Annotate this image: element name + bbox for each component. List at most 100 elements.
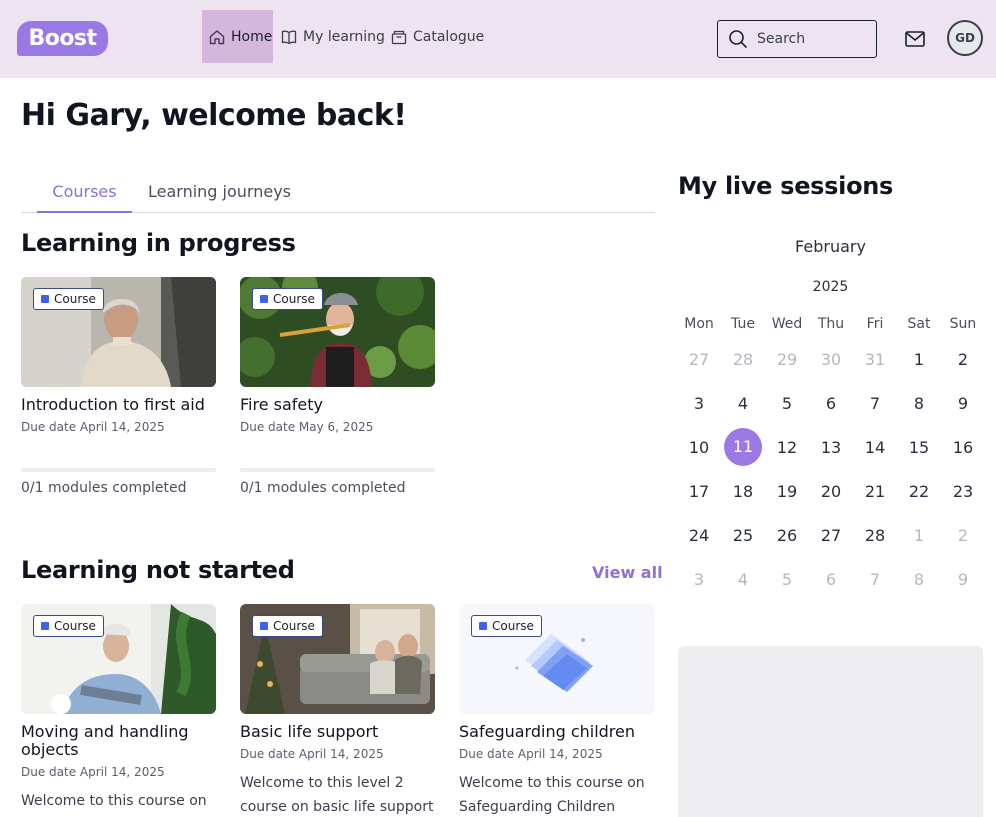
modules-completed: 0/1 modules completed	[21, 480, 187, 496]
calendar-day[interactable]: 9	[941, 394, 985, 413]
course-title: Moving and handling objects	[21, 722, 189, 759]
course-badge: Course	[33, 288, 104, 310]
calendar-day[interactable]: 30	[809, 350, 853, 369]
calendar-day[interactable]: 2	[941, 526, 985, 545]
content-tabs: Courses Learning journeys	[21, 170, 655, 213]
calendar-day[interactable]: 9	[941, 570, 985, 589]
view-all-link[interactable]: View all	[592, 563, 663, 582]
course-description: Welcome to this course on	[21, 793, 207, 809]
course-description: Welcome to this level 2 course on basic …	[240, 775, 434, 815]
course-card[interactable]: Course Basic life support Due date April…	[240, 604, 435, 817]
course-due-date: Due date April 14, 2025	[21, 765, 165, 779]
calendar-grid: Mon Tue Wed Thu Fri Sat Sun 27 28 29 30 …	[677, 311, 985, 601]
page-title: Hi Gary, welcome back!	[21, 98, 407, 133]
calendar-week: 3 4 5 6 7 8 9	[677, 557, 985, 601]
calendar-day[interactable]: 28	[721, 350, 765, 369]
in-progress-heading: Learning in progress	[21, 229, 296, 257]
tab-learning-journeys[interactable]: Learning journeys	[148, 182, 291, 201]
calendar-day[interactable]: 31	[853, 350, 897, 369]
calendar-day[interactable]: 26	[765, 526, 809, 545]
course-image: Course	[21, 604, 216, 714]
mail-icon[interactable]	[903, 27, 927, 51]
calendar-day[interactable]: 5	[765, 394, 809, 413]
calendar-day[interactable]: 29	[765, 350, 809, 369]
nav-catalogue-label: Catalogue	[413, 28, 485, 45]
calendar-week: 24 25 26 27 28 1 2	[677, 513, 985, 557]
calendar-day[interactable]: 13	[809, 438, 853, 457]
calendar-day-selected[interactable]: 11	[721, 428, 765, 466]
calendar-weekdays: Mon Tue Wed Thu Fri Sat Sun	[677, 311, 985, 337]
calendar-day[interactable]: 3	[677, 394, 721, 413]
nav-my-learning-label: My learning	[303, 28, 385, 45]
weekday-label: Sun	[949, 316, 977, 332]
not-started-heading: Learning not started	[21, 556, 295, 584]
course-due-date: Due date April 14, 2025	[459, 747, 603, 761]
course-due-date: Due date April 14, 2025	[240, 747, 384, 761]
weekday-label: Thu	[817, 316, 845, 332]
course-progress-bar	[240, 468, 435, 472]
course-card[interactable]: Course Moving and handling objects Due d…	[21, 604, 216, 813]
nav-home-label: Home	[231, 28, 273, 45]
calendar-day[interactable]: 4	[721, 570, 765, 589]
calendar-week: 17 18 19 20 21 22 23	[677, 469, 985, 513]
course-card[interactable]: Course Introduction to first aid Due dat…	[21, 277, 216, 496]
calendar-day[interactable]: 8	[897, 570, 941, 589]
calendar-month: February	[795, 237, 866, 256]
calendar-day[interactable]: 7	[853, 394, 897, 413]
calendar-day[interactable]: 17	[677, 482, 721, 501]
calendar-day[interactable]: 7	[853, 570, 897, 589]
live-sessions-heading: My live sessions	[678, 172, 894, 200]
calendar-day[interactable]: 24	[677, 526, 721, 545]
calendar-day[interactable]: 27	[677, 350, 721, 369]
course-image: Course	[459, 604, 654, 714]
course-title: Introduction to first aid	[21, 395, 205, 414]
nav-catalogue[interactable]: Catalogue	[384, 10, 490, 63]
calendar-day[interactable]: 2	[941, 350, 985, 369]
boost-logo[interactable]: Boost	[17, 21, 108, 56]
weekday-label: Fri	[866, 316, 884, 332]
calendar-day[interactable]: 1	[897, 526, 941, 545]
calendar-day[interactable]: 27	[809, 526, 853, 545]
calendar-day[interactable]: 20	[809, 482, 853, 501]
course-card[interactable]: Course Fire safety Due date May 6, 2025 …	[240, 277, 435, 496]
modules-completed: 0/1 modules completed	[240, 480, 406, 496]
weekday-label: Sat	[907, 316, 931, 332]
calendar-day[interactable]: 19	[765, 482, 809, 501]
course-card[interactable]: Course Safeguarding children Due date Ap…	[459, 604, 654, 817]
nav-my-learning[interactable]: My learning	[274, 10, 391, 63]
calendar-day[interactable]: 6	[809, 570, 853, 589]
calendar-day[interactable]: 28	[853, 526, 897, 545]
calendar-year: 2025	[812, 279, 849, 295]
top-navigation-bar: Boost Home My learning Catalogue Search …	[0, 0, 996, 78]
calendar-day[interactable]: 22	[897, 482, 941, 501]
course-description: Welcome to this course on Safeguarding C…	[459, 775, 645, 815]
calendar-day[interactable]: 23	[941, 482, 985, 501]
user-avatar[interactable]: GD	[947, 20, 983, 56]
calendar-day[interactable]: 1	[897, 350, 941, 369]
course-image: Course	[240, 277, 435, 387]
calendar-day[interactable]: 4	[721, 394, 765, 413]
weekday-label: Wed	[771, 316, 803, 332]
calendar-day[interactable]: 12	[765, 438, 809, 457]
home-icon	[209, 29, 225, 44]
calendar-day[interactable]: 10	[677, 438, 721, 457]
course-badge: Course	[252, 288, 323, 310]
calendar-day[interactable]: 21	[853, 482, 897, 501]
course-title: Basic life support	[240, 722, 379, 741]
calendar-week: 3 4 5 6 7 8 9	[677, 381, 985, 425]
calendar-day[interactable]: 15	[897, 438, 941, 457]
calendar-day[interactable]: 6	[809, 394, 853, 413]
calendar-day[interactable]: 5	[765, 570, 809, 589]
course-progress-bar	[21, 468, 216, 472]
calendar-day[interactable]: 18	[721, 482, 765, 501]
calendar-day[interactable]: 16	[941, 438, 985, 457]
calendar-day[interactable]: 14	[853, 438, 897, 457]
search-input[interactable]: Search	[717, 20, 877, 58]
tab-courses[interactable]: Courses	[37, 182, 132, 213]
calendar-day[interactable]: 25	[721, 526, 765, 545]
calendar-day[interactable]: 8	[897, 394, 941, 413]
calendar-day[interactable]: 3	[677, 570, 721, 589]
nav-home[interactable]: Home	[202, 10, 273, 63]
calendar-week: 27 28 29 30 31 1 2	[677, 337, 985, 381]
weekday-label: Mon	[684, 316, 714, 332]
